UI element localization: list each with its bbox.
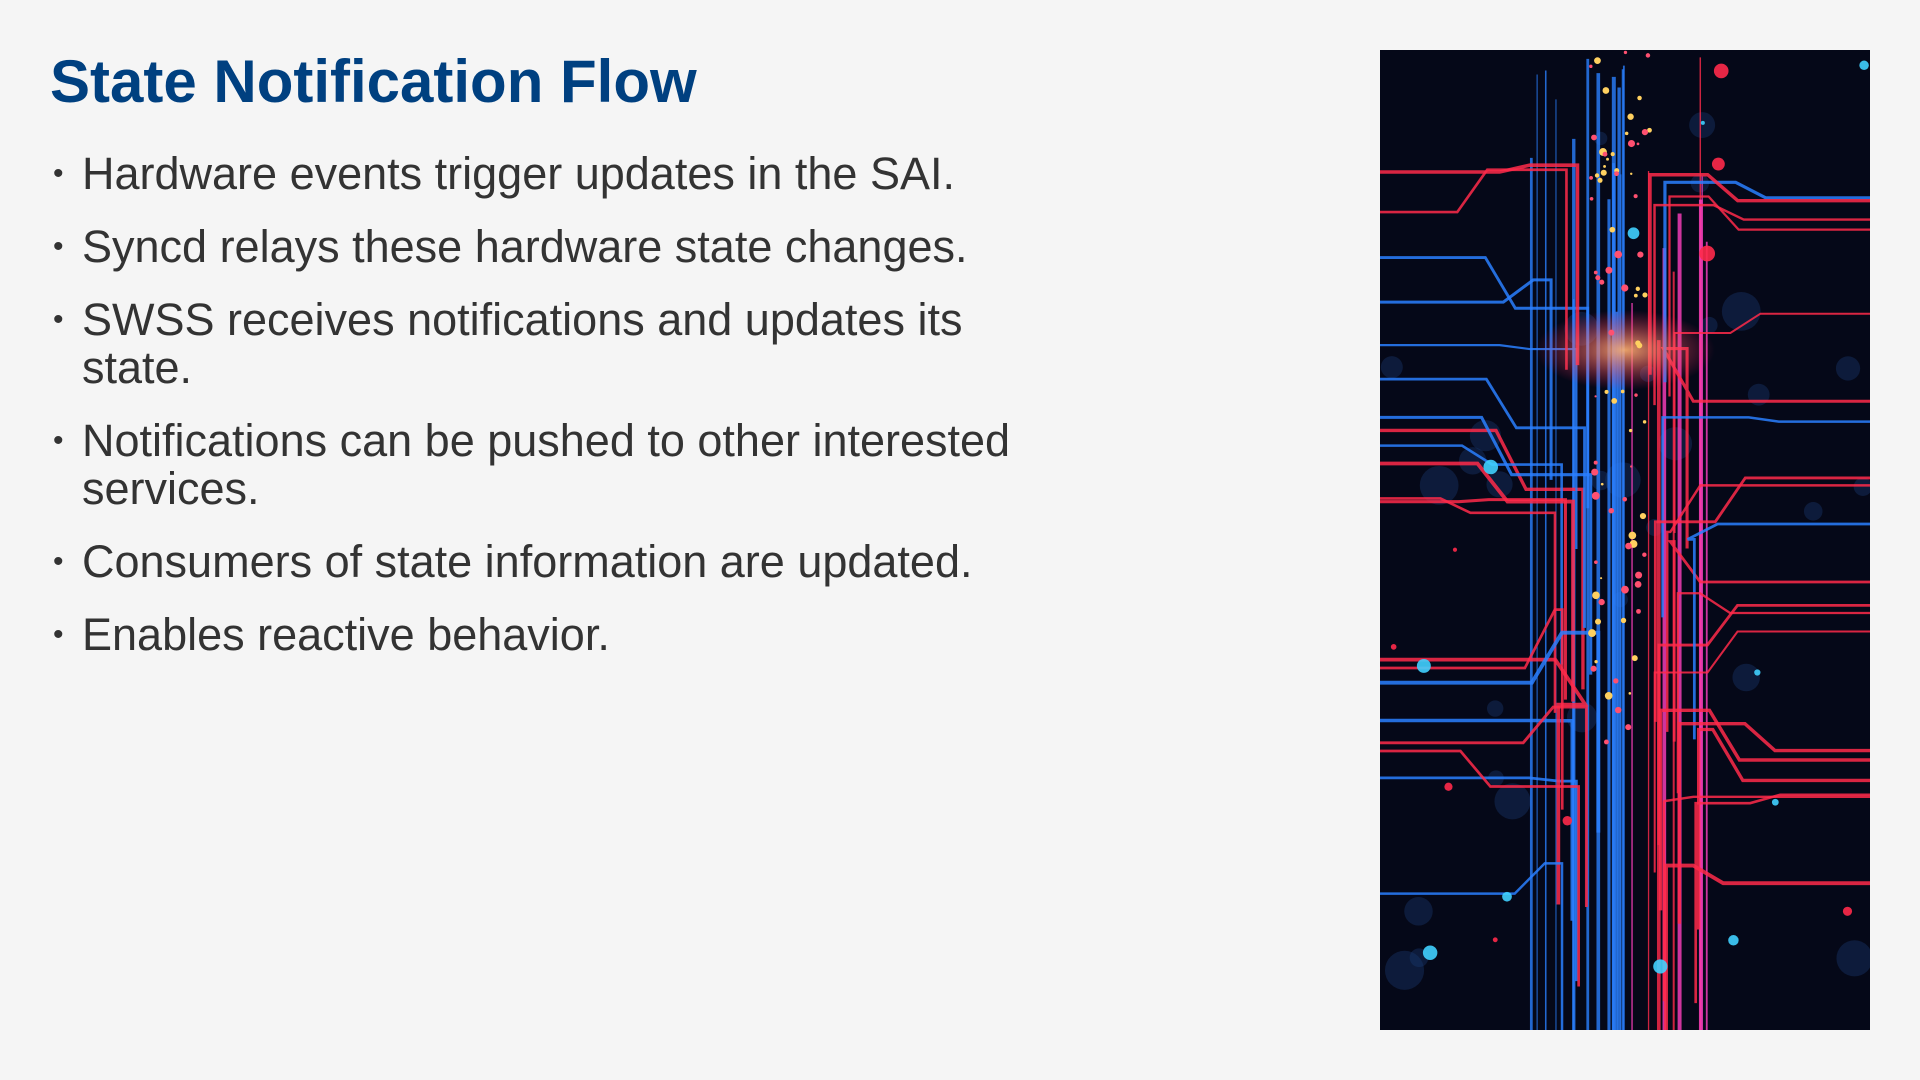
bullet-item: • Hardware events trigger updates in the … xyxy=(53,148,955,199)
bullet-list: • Hardware events trigger updates in the … xyxy=(50,150,1060,684)
bullet-icon: • xyxy=(53,424,64,457)
bullet-icon: • xyxy=(53,303,64,336)
bullet-item: • SWSS receives notifications and updates… xyxy=(53,294,963,393)
slide-title: State Notification Flow xyxy=(50,48,697,115)
bullet-item: • Consumers of state information are upda… xyxy=(53,536,973,587)
bullet-item: • Enables reactive behavior. xyxy=(53,609,610,660)
bullet-icon: • xyxy=(53,618,64,651)
circuit-board-image xyxy=(1380,50,1873,1066)
bullet-icon: • xyxy=(53,230,64,263)
circuit-graphic xyxy=(1380,50,1873,1066)
bullet-icon: • xyxy=(53,157,64,190)
bullet-item: • Notifications can be pushed to other in… xyxy=(53,415,1011,514)
bullet-icon: • xyxy=(53,545,64,578)
bullet-item: • Syncd relays these hardware state chang… xyxy=(53,221,968,272)
